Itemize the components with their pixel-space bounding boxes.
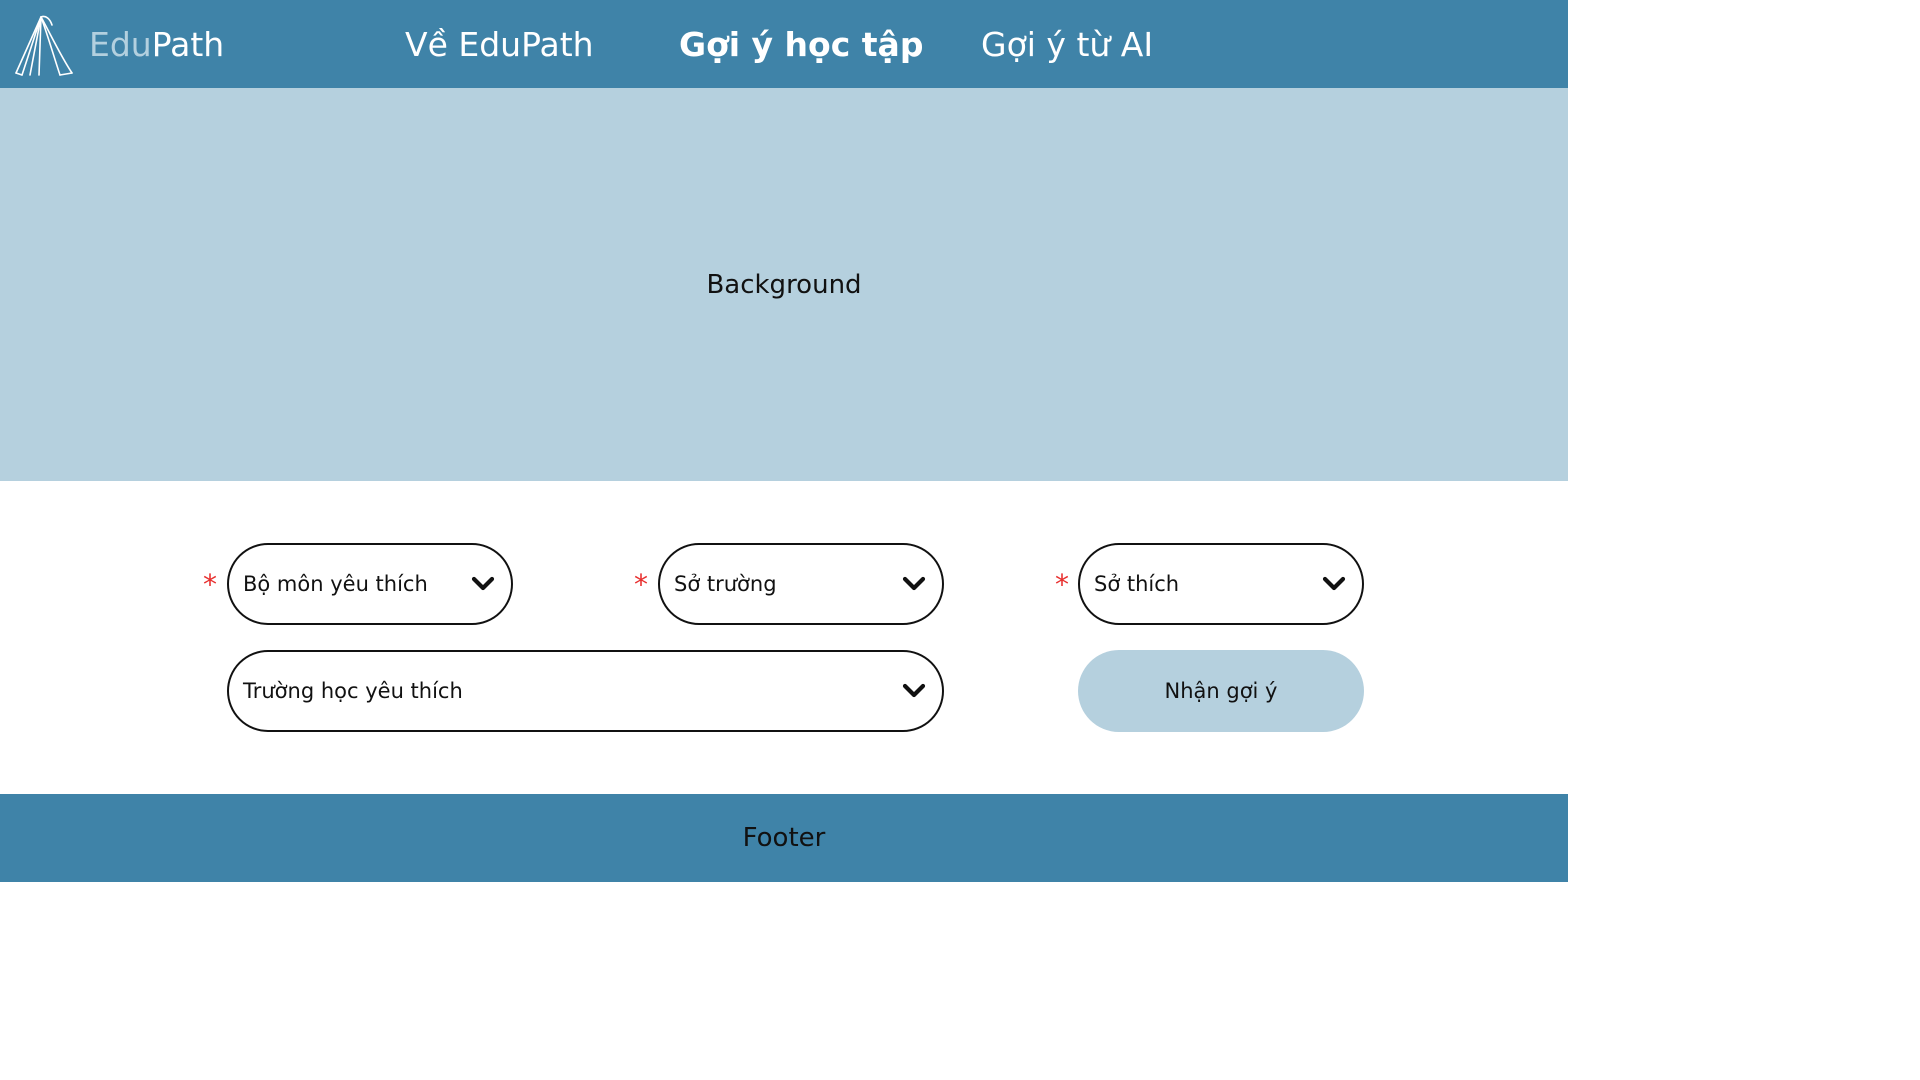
brand-name-part2: Path [151, 25, 225, 64]
hero-background: Background [0, 88, 1568, 481]
favorite-subject-label: Bộ môn yêu thích [243, 572, 428, 596]
required-mark-strengths: * [634, 568, 648, 601]
chevron-down-icon [471, 576, 495, 591]
required-mark-favorite-subject: * [203, 568, 217, 601]
nav-item-study-suggestions[interactable]: Gợi ý học tập [679, 22, 923, 68]
strengths-select[interactable]: Sở trường [658, 543, 944, 625]
footer: Footer [0, 794, 1568, 882]
required-mark-hobbies: * [1055, 568, 1069, 601]
hobbies-label: Sở thích [1094, 572, 1180, 596]
strengths-label: Sở trường [674, 572, 777, 596]
chevron-down-icon [902, 683, 926, 698]
hero-background-label: Background [706, 270, 862, 300]
chevron-down-icon [1322, 576, 1346, 591]
favorite-school-label: Trường học yêu thích [243, 679, 463, 703]
nav-item-about[interactable]: Về EduPath [405, 22, 594, 68]
favorite-subject-select[interactable]: Bộ môn yêu thích [227, 543, 513, 625]
brand-logo-text[interactable]: EduPath [89, 22, 224, 68]
header: EduPath Về EduPath Gợi ý học tập Gợi ý t… [0, 0, 1568, 88]
chevron-down-icon [902, 576, 926, 591]
get-suggestions-button[interactable]: Nhận gợi ý [1078, 650, 1364, 732]
hobbies-select[interactable]: Sở thích [1078, 543, 1364, 625]
favorite-school-select[interactable]: Trường học yêu thích [227, 650, 944, 732]
brand-name-part1: Edu [89, 25, 152, 64]
footer-label: Footer [742, 823, 826, 853]
nav-item-ai-suggestions[interactable]: Gợi ý từ AI [981, 22, 1153, 68]
book-fan-icon [15, 15, 73, 76]
